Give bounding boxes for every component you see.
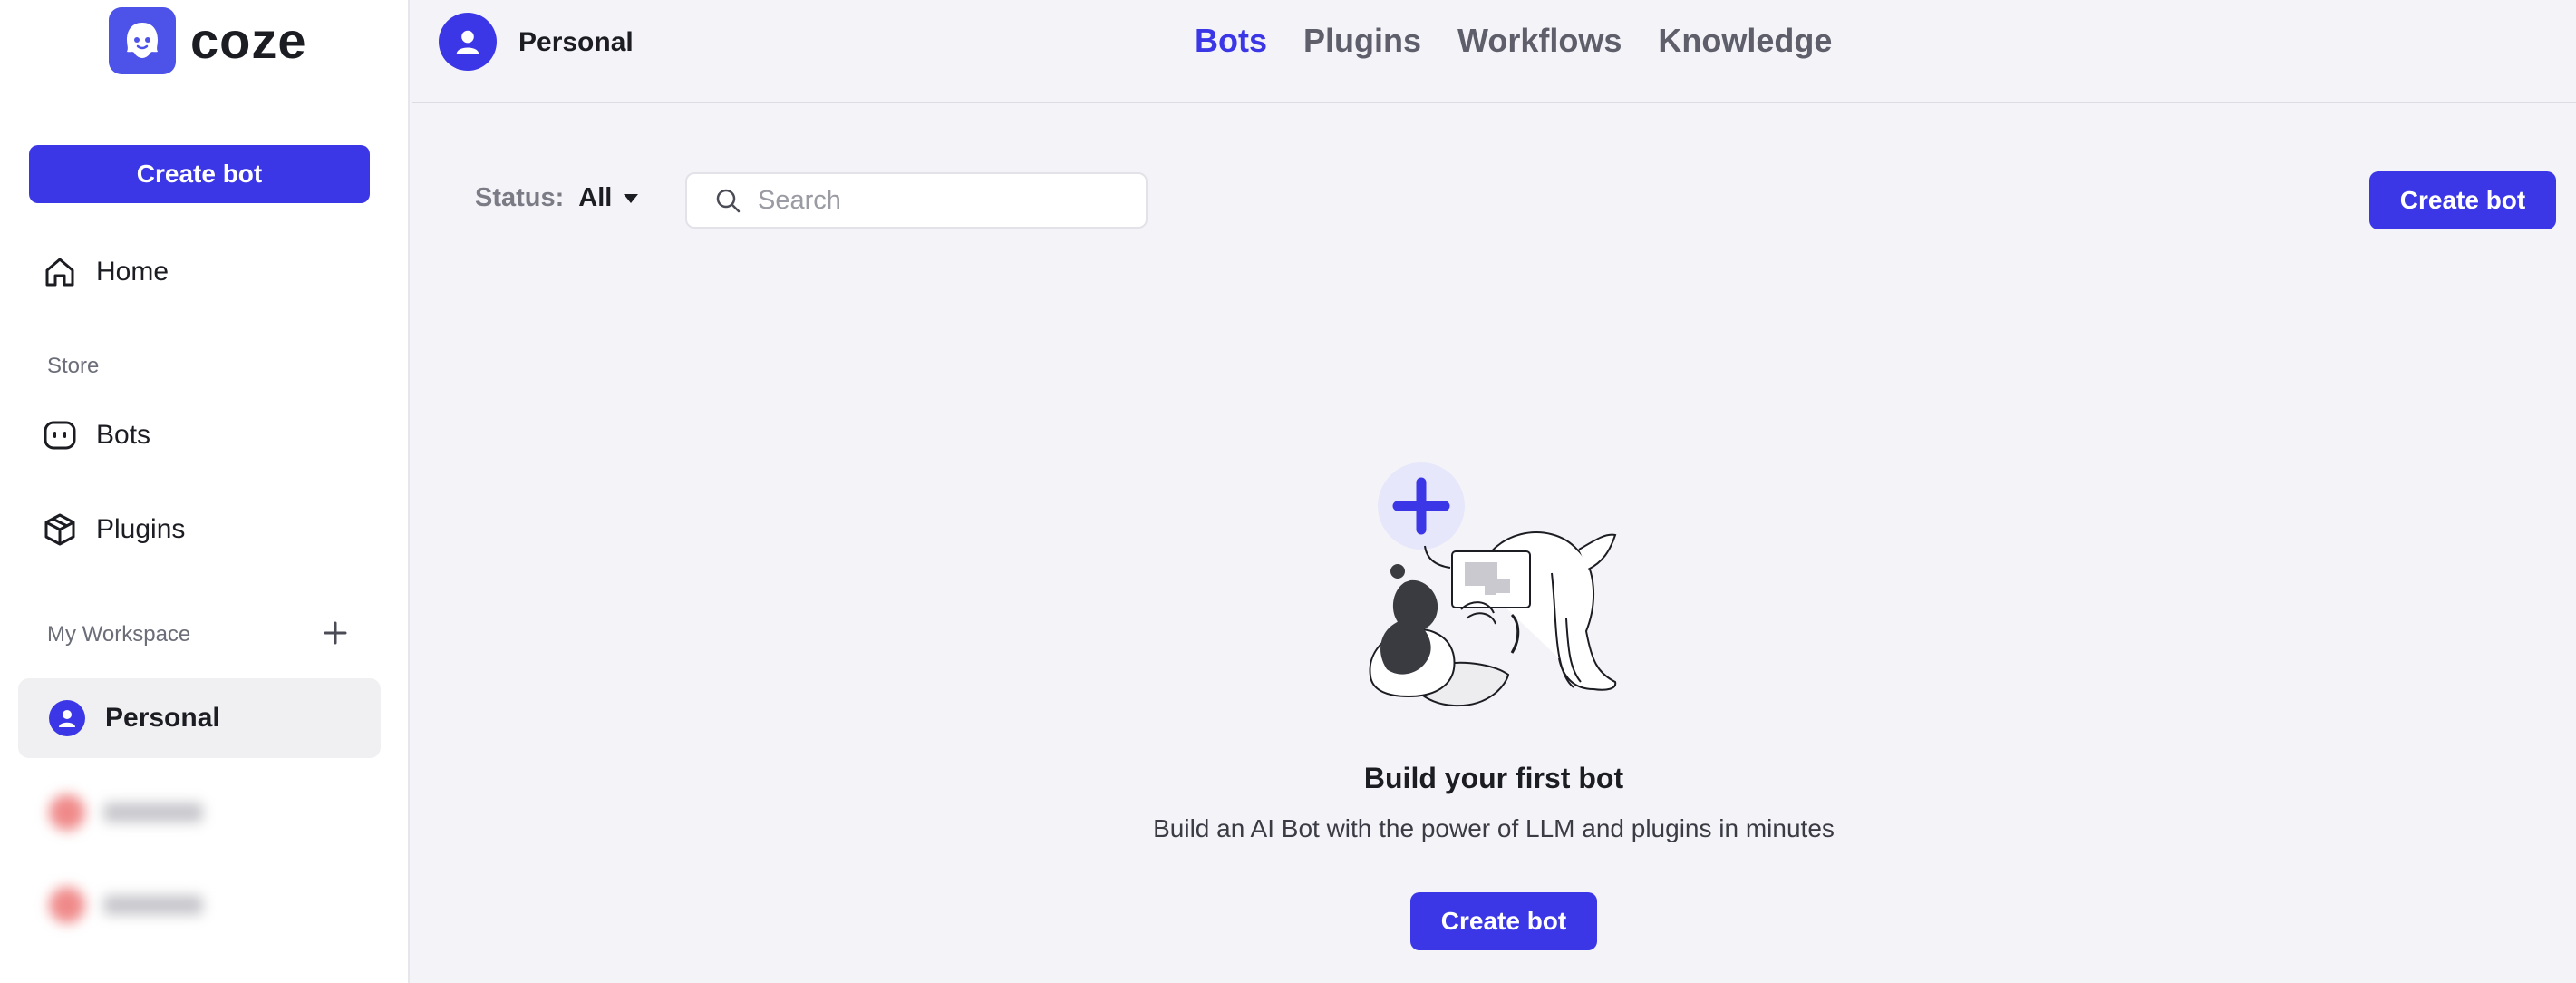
workspace-item-personal[interactable]: Personal bbox=[18, 678, 381, 758]
brand-name: coze bbox=[190, 12, 307, 69]
brand-logo[interactable]: coze bbox=[109, 7, 307, 74]
top-bar: Personal Bots Plugins Workflows Knowledg… bbox=[412, 0, 2576, 103]
workspace-avatar bbox=[49, 887, 85, 923]
current-space-name: Personal bbox=[518, 27, 634, 57]
workspace-section-label: My Workspace bbox=[47, 622, 191, 647]
user-avatar-icon[interactable] bbox=[439, 13, 497, 71]
empty-state-title: Build your first bot bbox=[1363, 762, 1624, 794]
store-section-label: Store bbox=[47, 354, 100, 378]
sidebar-create-bot-button[interactable]: Create bot bbox=[29, 145, 370, 203]
search-box[interactable] bbox=[685, 172, 1148, 229]
tab-workflows[interactable]: Workflows bbox=[1457, 22, 1622, 60]
empty-state-description: Build an AI Bot with the power of LLM an… bbox=[1153, 814, 1835, 842]
redacted-text bbox=[103, 895, 203, 915]
sidebar-item-bots[interactable]: Bots bbox=[42, 417, 150, 453]
empty-state-create-bot-button[interactable]: Create bot bbox=[1410, 892, 1597, 950]
workspace-label: Personal bbox=[105, 703, 220, 733]
main-tabs: Bots Plugins Workflows Knowledge bbox=[1195, 22, 1832, 60]
workspace-avatar bbox=[49, 794, 85, 831]
redacted-text bbox=[103, 803, 203, 822]
status-label: Status: bbox=[475, 183, 565, 212]
create-bot-button[interactable]: Create bot bbox=[2369, 171, 2556, 229]
sidebar-item-home[interactable]: Home bbox=[42, 254, 169, 290]
coze-logo-icon bbox=[109, 7, 176, 74]
tab-knowledge[interactable]: Knowledge bbox=[1658, 22, 1832, 60]
search-icon bbox=[716, 189, 741, 213]
sidebar-item-label: Home bbox=[96, 257, 169, 287]
workspace-item-redacted[interactable] bbox=[49, 887, 203, 923]
status-filter[interactable]: Status: All bbox=[475, 183, 639, 213]
sidebar-item-plugins[interactable]: Plugins bbox=[42, 511, 185, 548]
sidebar-item-label: Bots bbox=[96, 420, 151, 450]
sidebar-item-label: Plugins bbox=[96, 514, 186, 544]
tab-bots[interactable]: Bots bbox=[1195, 22, 1267, 60]
status-dropdown[interactable]: All bbox=[578, 183, 639, 213]
caret-down-icon bbox=[624, 193, 639, 203]
sidebar: coze Create bot Home Store Bots Plugins … bbox=[0, 0, 410, 983]
bot-face-icon bbox=[44, 421, 76, 450]
search-input[interactable] bbox=[758, 185, 1120, 216]
empty-state-illustration bbox=[1369, 462, 1617, 707]
status-value: All bbox=[578, 183, 613, 212]
home-icon bbox=[45, 258, 74, 287]
user-avatar-icon bbox=[49, 700, 85, 736]
workspace-item-redacted[interactable] bbox=[49, 794, 203, 831]
cube-icon bbox=[44, 513, 75, 546]
tab-plugins[interactable]: Plugins bbox=[1303, 22, 1421, 60]
plus-icon bbox=[324, 621, 347, 645]
add-workspace-button[interactable] bbox=[319, 617, 352, 649]
